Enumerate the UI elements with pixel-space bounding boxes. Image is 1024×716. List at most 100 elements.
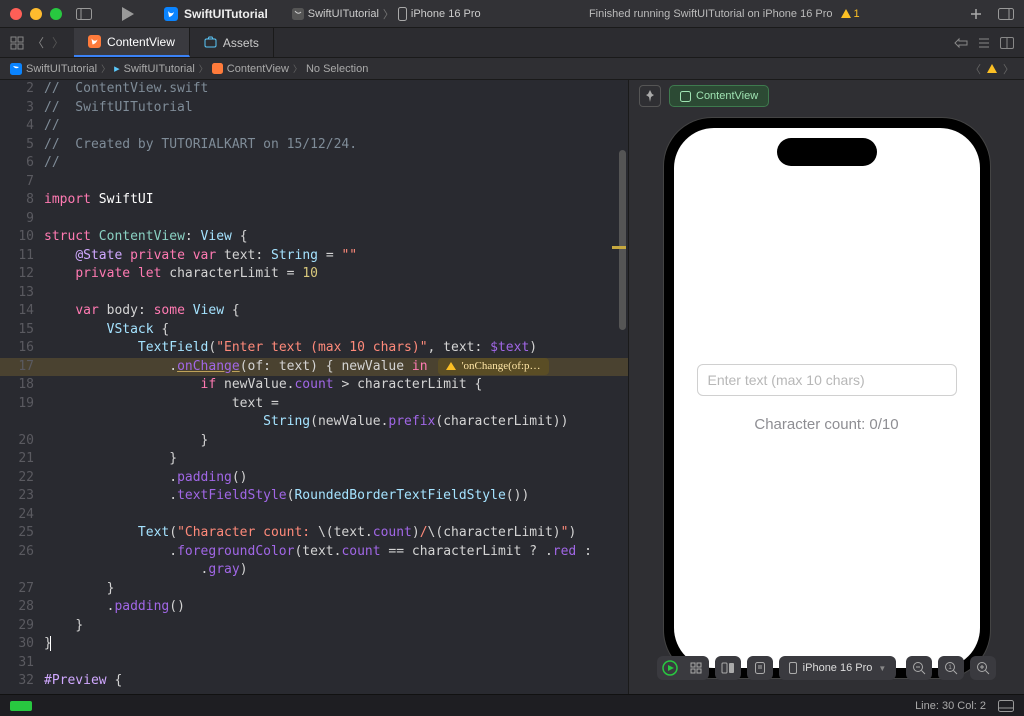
code-content[interactable]: .onChange(of: text) { newValue in'onChan… — [44, 358, 628, 377]
library-button[interactable] — [998, 6, 1014, 22]
code-line[interactable]: 16 TextField("Enter text (max 10 chars)"… — [0, 339, 628, 358]
code-line[interactable]: 25 Text("Character count: \(text.count)/… — [0, 524, 628, 543]
code-content[interactable] — [44, 210, 628, 229]
variants-button[interactable] — [715, 656, 741, 680]
code-content[interactable]: text = — [44, 395, 628, 414]
navigator-toggle-icon[interactable] — [76, 6, 92, 22]
code-content[interactable]: } — [44, 432, 628, 451]
add-tab-button[interactable] — [968, 6, 984, 22]
run-destination[interactable]: SwiftUITutorial 〉 iPhone 16 Pro — [292, 6, 481, 22]
zoom-fit-button[interactable]: 1 — [938, 656, 964, 680]
code-content[interactable]: // ContentView.swift — [44, 80, 628, 99]
code-line[interactable]: String(newValue.prefix(characterLimit)) — [0, 413, 628, 432]
code-content[interactable]: } — [44, 635, 628, 654]
code-line[interactable]: 5// Created by TUTORIALKART on 15/12/24. — [0, 136, 628, 155]
breadcrumb-item[interactable]: No Selection — [306, 63, 368, 75]
code-line[interactable]: 8import SwiftUI — [0, 191, 628, 210]
editor-scrollbar[interactable] — [618, 80, 626, 694]
chevron-left-icon[interactable]: 〈 — [970, 61, 981, 77]
code-content[interactable]: } — [44, 450, 628, 469]
preview-selector-chip[interactable]: ContentView — [669, 85, 769, 107]
code-line[interactable]: 13 — [0, 284, 628, 303]
code-line[interactable]: 6// — [0, 154, 628, 173]
tab-assets[interactable]: Assets — [190, 28, 274, 57]
scheme-selector[interactable]: SwiftUITutorial — [164, 7, 268, 21]
code-content[interactable] — [44, 654, 628, 673]
zoom-in-button[interactable] — [970, 656, 996, 680]
editor-layout-icon[interactable] — [1000, 37, 1014, 49]
preview-device-selector[interactable]: iPhone 16 Pro ▼ — [779, 656, 897, 680]
code-content[interactable]: .textFieldStyle(RoundedBorderTextFieldSt… — [44, 487, 628, 506]
live-preview-button[interactable] — [657, 656, 683, 680]
zoom-out-button[interactable] — [906, 656, 932, 680]
code-line[interactable]: .gray) — [0, 561, 628, 580]
breadcrumb-item[interactable]: SwiftUITutorial — [26, 63, 97, 75]
code-content[interactable]: .padding() — [44, 469, 628, 488]
code-line[interactable]: 7 — [0, 173, 628, 192]
cursor-position[interactable]: Line: 30 Col: 2 — [915, 700, 986, 712]
code-line[interactable]: 24 — [0, 506, 628, 525]
code-line[interactable]: 23 .textFieldStyle(RoundedBorderTextFiel… — [0, 487, 628, 506]
code-content[interactable]: // Created by TUTORIALKART on 15/12/24. — [44, 136, 628, 155]
code-line[interactable]: 14 var body: some View { — [0, 302, 628, 321]
code-content[interactable]: // SwiftUITutorial — [44, 99, 628, 118]
code-line[interactable]: 28 .padding() — [0, 598, 628, 617]
code-line[interactable]: 21 } — [0, 450, 628, 469]
code-content[interactable]: if newValue.count > characterLimit { — [44, 376, 628, 395]
adjust-editor-icon[interactable] — [978, 37, 990, 49]
code-content[interactable]: var body: some View { — [44, 302, 628, 321]
code-line[interactable]: 17 .onChange(of: text) { newValue in'onC… — [0, 358, 628, 377]
minimize-window-button[interactable] — [30, 8, 42, 20]
build-success-indicator[interactable] — [10, 701, 32, 711]
code-content[interactable]: .foregroundColor(text.count == character… — [44, 543, 628, 562]
code-line[interactable]: 32#Preview { — [0, 672, 628, 691]
code-line[interactable]: 31 — [0, 654, 628, 673]
code-content[interactable]: .padding() — [44, 598, 628, 617]
breadcrumb-item[interactable]: ContentView — [227, 63, 289, 75]
inline-warning[interactable]: 'onChange(of:p… — [438, 358, 549, 375]
code-content[interactable]: } — [44, 580, 628, 599]
code-content[interactable]: } — [44, 617, 628, 636]
code-line[interactable]: 20 } — [0, 432, 628, 451]
zoom-window-button[interactable] — [50, 8, 62, 20]
preview-textfield[interactable]: Enter text (max 10 chars) — [697, 364, 957, 396]
back-button[interactable]: 〈 — [32, 34, 44, 51]
code-line[interactable]: 12 private let characterLimit = 10 — [0, 265, 628, 284]
run-button[interactable] — [120, 6, 136, 22]
code-line[interactable]: 18 if newValue.count > characterLimit { — [0, 376, 628, 395]
code-line[interactable]: 26 .foregroundColor(text.count == charac… — [0, 543, 628, 562]
code-line[interactable]: 9 — [0, 210, 628, 229]
code-line[interactable]: 4// — [0, 117, 628, 136]
preview-canvas[interactable]: Enter text (max 10 chars) Character coun… — [629, 112, 1024, 694]
chevron-right-icon[interactable]: 〉 — [1003, 61, 1014, 77]
code-content[interactable]: // — [44, 154, 628, 173]
recent-files-icon[interactable] — [954, 37, 968, 49]
code-line[interactable]: 3// SwiftUITutorial — [0, 99, 628, 118]
code-line[interactable]: 10struct ContentView: View { — [0, 228, 628, 247]
code-content[interactable] — [44, 506, 628, 525]
code-line[interactable]: 19 text = — [0, 395, 628, 414]
selectable-preview-button[interactable] — [683, 656, 709, 680]
tab-contentview[interactable]: ContentView — [74, 28, 190, 57]
code-content[interactable] — [44, 284, 628, 303]
code-line[interactable]: 29 } — [0, 617, 628, 636]
warning-indicator[interactable] — [987, 64, 997, 73]
code-editor[interactable]: 2// ContentView.swift3// SwiftUITutorial… — [0, 80, 628, 694]
code-content[interactable] — [44, 173, 628, 192]
code-content[interactable]: .gray) — [44, 561, 628, 580]
related-items-icon[interactable] — [10, 36, 24, 50]
breadcrumb-item[interactable]: SwiftUITutorial — [124, 63, 195, 75]
code-content[interactable]: struct ContentView: View { — [44, 228, 628, 247]
code-content[interactable]: private let characterLimit = 10 — [44, 265, 628, 284]
code-content[interactable]: VStack { — [44, 321, 628, 340]
forward-button[interactable]: 〉 — [52, 34, 64, 51]
code-content[interactable]: String(newValue.prefix(characterLimit)) — [44, 413, 628, 432]
code-content[interactable]: Text("Character count: \(text.count)/\(c… — [44, 524, 628, 543]
code-content[interactable]: #Preview { — [44, 672, 628, 691]
close-window-button[interactable] — [10, 8, 22, 20]
pin-preview-button[interactable] — [639, 85, 661, 107]
warning-marker[interactable] — [612, 246, 626, 249]
code-line[interactable]: 15 VStack { — [0, 321, 628, 340]
scrollbar-thumb[interactable] — [619, 150, 626, 330]
bottom-panel-toggle-icon[interactable] — [998, 700, 1014, 712]
